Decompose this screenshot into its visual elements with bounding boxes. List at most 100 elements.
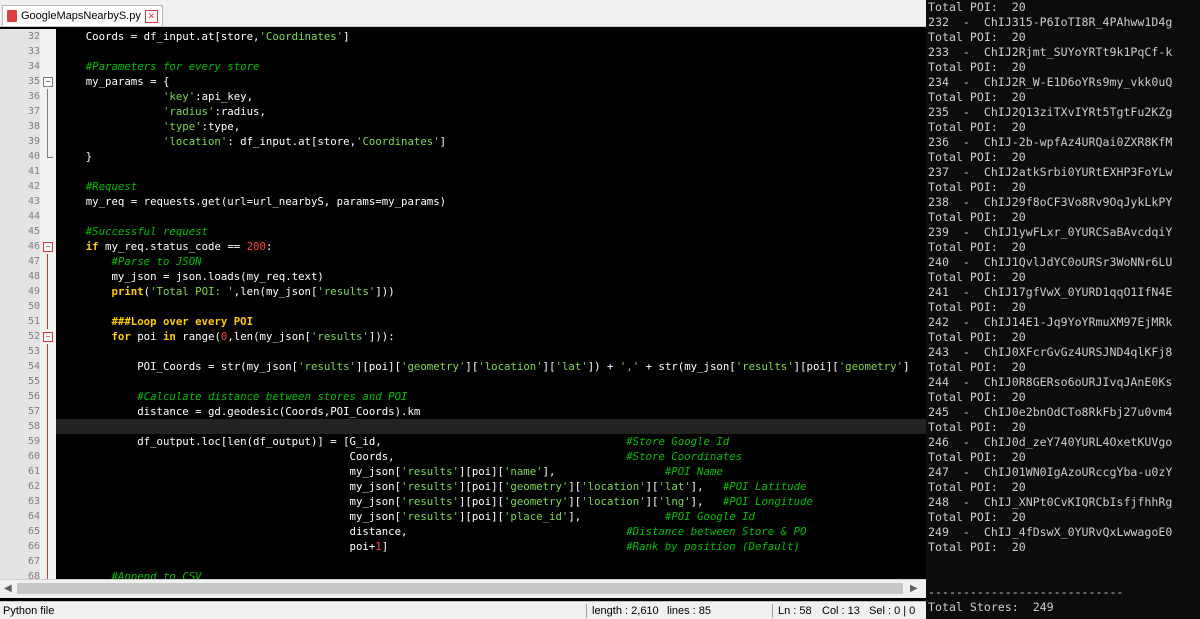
fold-margin[interactable]: −: [40, 74, 56, 89]
line-number[interactable]: 53: [0, 344, 40, 359]
fold-margin[interactable]: [40, 359, 56, 374]
line-number[interactable]: 60: [0, 449, 40, 464]
line-number[interactable]: 47: [0, 254, 40, 269]
code-line[interactable]: 52− for poi in range(0,len(my_json['resu…: [0, 329, 926, 344]
code-line[interactable]: 57 distance = gd.geodesic(Coords,POI_Coo…: [0, 404, 926, 419]
fold-margin[interactable]: [40, 389, 56, 404]
line-number[interactable]: 33: [0, 44, 40, 59]
line-number[interactable]: 61: [0, 464, 40, 479]
fold-margin[interactable]: [40, 419, 56, 434]
fold-margin[interactable]: [40, 434, 56, 449]
fold-margin[interactable]: [40, 89, 56, 104]
code-line[interactable]: 48 my_json = json.loads(my_req.text): [0, 269, 926, 284]
code-line[interactable]: 56 #Calculate distance between stores an…: [0, 389, 926, 404]
fold-margin[interactable]: [40, 494, 56, 509]
fold-margin[interactable]: [40, 299, 56, 314]
line-number[interactable]: 40: [0, 149, 40, 164]
line-number[interactable]: 58: [0, 419, 40, 434]
line-number[interactable]: 48: [0, 269, 40, 284]
line-number[interactable]: 34: [0, 59, 40, 74]
line-number[interactable]: 52: [0, 329, 40, 344]
line-number[interactable]: 43: [0, 194, 40, 209]
fold-margin[interactable]: [40, 374, 56, 389]
fold-margin[interactable]: [40, 554, 56, 569]
line-number[interactable]: 46: [0, 239, 40, 254]
fold-margin[interactable]: [40, 59, 56, 74]
fold-toggle-icon[interactable]: −: [43, 242, 53, 252]
code-editor[interactable]: GoogleMapsNearbyS.py ✕ 32 Coords = df_in…: [0, 0, 926, 619]
fold-toggle-icon[interactable]: −: [43, 332, 53, 342]
line-number[interactable]: 67: [0, 554, 40, 569]
code-line[interactable]: 37 'radius':radius,: [0, 104, 926, 119]
fold-margin[interactable]: [40, 314, 56, 329]
line-number[interactable]: 66: [0, 539, 40, 554]
fold-margin[interactable]: [40, 104, 56, 119]
fold-margin[interactable]: [40, 449, 56, 464]
code-line[interactable]: 33: [0, 44, 926, 59]
fold-margin[interactable]: [40, 149, 56, 164]
fold-margin[interactable]: [40, 224, 56, 239]
line-number[interactable]: 32: [0, 29, 40, 44]
code-line[interactable]: 60 Coords, #Store Coordinates: [0, 449, 926, 464]
fold-margin[interactable]: [40, 179, 56, 194]
code-line[interactable]: 35− my_params = {: [0, 74, 926, 89]
scroll-right-icon[interactable]: ▶: [910, 583, 918, 594]
fold-margin[interactable]: [40, 134, 56, 149]
code-line[interactable]: 44: [0, 209, 926, 224]
close-icon[interactable]: ✕: [144, 9, 158, 23]
code-line[interactable]: 47 #Parse to JSON: [0, 254, 926, 269]
fold-margin[interactable]: [40, 464, 56, 479]
line-number[interactable]: 39: [0, 134, 40, 149]
code-line[interactable]: 63 my_json['results'][poi]['geometry']['…: [0, 494, 926, 509]
fold-margin[interactable]: [40, 404, 56, 419]
code-area[interactable]: 32 Coords = df_input.at[store,'Coordinat…: [0, 29, 926, 579]
line-number[interactable]: 41: [0, 164, 40, 179]
code-line[interactable]: 65 distance, #Distance between Store & P…: [0, 524, 926, 539]
code-line[interactable]: 43 my_req = requests.get(url=url_nearbyS…: [0, 194, 926, 209]
fold-margin[interactable]: [40, 119, 56, 134]
fold-margin[interactable]: [40, 509, 56, 524]
code-line[interactable]: 64 my_json['results'][poi]['place_id'], …: [0, 509, 926, 524]
code-line[interactable]: 46− if my_req.status_code == 200:: [0, 239, 926, 254]
code-line[interactable]: 39 'location': df_input.at[store,'Coordi…: [0, 134, 926, 149]
code-line[interactable]: 40 }: [0, 149, 926, 164]
fold-margin[interactable]: −: [40, 239, 56, 254]
fold-margin[interactable]: [40, 344, 56, 359]
fold-margin[interactable]: [40, 284, 56, 299]
fold-margin[interactable]: [40, 254, 56, 269]
fold-margin[interactable]: [40, 269, 56, 284]
horizontal-scrollbar[interactable]: ◀ ▶: [0, 579, 926, 598]
code-line[interactable]: 61 my_json['results'][poi]['name'], #POI…: [0, 464, 926, 479]
line-number[interactable]: 38: [0, 119, 40, 134]
line-number[interactable]: 56: [0, 389, 40, 404]
fold-margin[interactable]: [40, 164, 56, 179]
fold-margin[interactable]: [40, 194, 56, 209]
code-line[interactable]: 34 #Parameters for every store: [0, 59, 926, 74]
line-number[interactable]: 49: [0, 284, 40, 299]
code-line[interactable]: 41: [0, 164, 926, 179]
code-line[interactable]: 67: [0, 554, 926, 569]
code-line[interactable]: 54 POI_Coords = str(my_json['results'][p…: [0, 359, 926, 374]
fold-margin[interactable]: [40, 209, 56, 224]
line-number[interactable]: 64: [0, 509, 40, 524]
fold-toggle-icon[interactable]: −: [43, 77, 53, 87]
code-line[interactable]: 59 df_output.loc[len(df_output)] = [G_id…: [0, 434, 926, 449]
line-number[interactable]: 54: [0, 359, 40, 374]
code-line[interactable]: 51 ###Loop over every POI: [0, 314, 926, 329]
line-number[interactable]: 55: [0, 374, 40, 389]
fold-margin[interactable]: −: [40, 329, 56, 344]
line-number[interactable]: 68: [0, 569, 40, 579]
code-line[interactable]: 50: [0, 299, 926, 314]
line-number[interactable]: 63: [0, 494, 40, 509]
tab-file[interactable]: GoogleMapsNearbyS.py ✕: [2, 5, 163, 26]
line-number[interactable]: 65: [0, 524, 40, 539]
code-line[interactable]: 62 my_json['results'][poi]['geometry']['…: [0, 479, 926, 494]
code-line[interactable]: 42 #Request: [0, 179, 926, 194]
fold-margin[interactable]: [40, 539, 56, 554]
line-number[interactable]: 59: [0, 434, 40, 449]
scrollbar-thumb[interactable]: [17, 583, 903, 594]
line-number[interactable]: 42: [0, 179, 40, 194]
code-line[interactable]: 45 #Successful request: [0, 224, 926, 239]
fold-margin[interactable]: [40, 479, 56, 494]
scroll-left-icon[interactable]: ◀: [4, 583, 12, 594]
